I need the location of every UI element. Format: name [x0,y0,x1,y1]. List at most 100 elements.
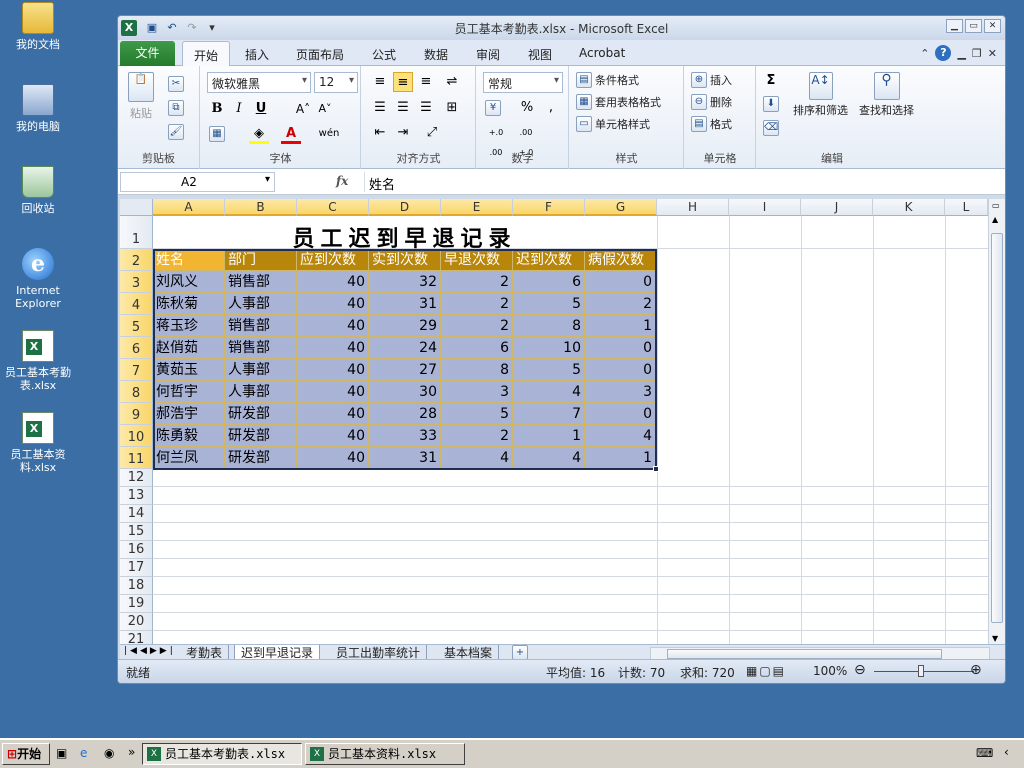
minimize-ribbon-icon[interactable]: ⌃ [920,47,929,60]
taskbar-task-attendance[interactable]: X 员工基本考勤表.xlsx [142,743,302,765]
table-cell[interactable]: 2 [441,315,513,337]
increase-indent-icon[interactable]: ⇥ [393,123,413,143]
row-header[interactable]: 18 [120,577,153,595]
font-color-icon[interactable]: A [281,124,301,144]
table-cell[interactable]: 40 [297,425,369,447]
tray-expand-icon[interactable]: ‹ [1004,745,1009,759]
row-header[interactable]: 7 [120,359,153,381]
percent-button[interactable]: % [517,98,537,118]
tab-home[interactable]: 开始 [182,41,231,67]
table-cell[interactable]: 销售部 [225,271,297,293]
align-left-icon[interactable]: ☰ [370,98,390,118]
row-header[interactable]: 9 [120,403,153,425]
row-header[interactable]: 12 [120,469,153,487]
merge-center-icon[interactable]: ⊞ [442,98,462,118]
align-middle-icon[interactable]: ≡ [393,72,413,92]
cell-styles-button[interactable]: ▭ 单元格样式 [576,116,650,132]
tab-view[interactable]: 视图 [528,46,552,63]
table-cell[interactable]: 1 [585,447,656,469]
table-header-cell[interactable]: 应到次数 [297,249,369,271]
table-cell[interactable]: 40 [297,315,369,337]
table-cell[interactable]: 4 [585,425,656,447]
table-cell[interactable]: 40 [297,447,369,469]
align-center-icon[interactable]: ☰ [393,98,413,118]
align-bottom-icon[interactable]: ≡ [416,72,436,92]
table-cell[interactable]: 郝浩宇 [153,403,225,425]
zoom-in-icon[interactable]: ⊕ [970,662,982,678]
table-cell[interactable]: 31 [369,447,441,469]
table-cell[interactable]: 40 [297,293,369,315]
table-header-cell[interactable]: 病假次数 [585,249,656,271]
table-cell[interactable]: 4 [513,381,585,403]
maximize-button[interactable]: ▭ [965,19,982,33]
table-cell[interactable]: 销售部 [225,337,297,359]
row-header[interactable]: 13 [120,487,153,505]
table-cell[interactable]: 8 [513,315,585,337]
table-cell[interactable]: 2 [441,271,513,293]
tab-data[interactable]: 数据 [424,46,448,63]
table-header-cell[interactable]: 迟到次数 [513,249,585,271]
align-top-icon[interactable]: ≡ [370,72,390,92]
table-cell[interactable]: 研发部 [225,403,297,425]
column-header[interactable]: L [945,199,988,216]
table-cell[interactable]: 28 [369,403,441,425]
desktop-icon-my-computer[interactable]: 我的电脑 [0,84,76,133]
name-box[interactable]: A2 [120,172,275,192]
column-header[interactable]: H [657,199,729,216]
table-cell[interactable]: 4 [513,447,585,469]
table-cell[interactable]: 29 [369,315,441,337]
table-cell[interactable]: 24 [369,337,441,359]
table-cell[interactable]: 8 [441,359,513,381]
font-name-select[interactable]: 微软雅黑 [207,72,311,93]
column-header[interactable]: G [585,199,657,216]
row-header[interactable]: 8 [120,381,153,403]
scroll-thumb[interactable] [667,649,942,659]
tab-review[interactable]: 审阅 [476,46,500,63]
taskbar-task-profile[interactable]: X 员工基本资料.xlsx [305,743,465,765]
clear-icon[interactable]: ⌫ [763,120,779,136]
insert-cells-button[interactable]: ⊕ 插入 [691,72,732,88]
row-header[interactable]: 5 [120,315,153,337]
table-cell[interactable]: 6 [441,337,513,359]
table-cell[interactable]: 0 [585,403,656,425]
table-cell[interactable]: 10 [513,337,585,359]
table-cell[interactable]: 研发部 [225,425,297,447]
table-cell[interactable]: 2 [585,293,656,315]
minimize-button[interactable]: ▁ [946,19,963,33]
keyboard-tray-icon[interactable]: ⌨ [976,746,993,760]
increase-decimal-button[interactable]: +.0 .00 [483,123,509,157]
table-cell[interactable]: 40 [297,403,369,425]
font-size-select[interactable]: 12 [314,72,358,93]
table-cell[interactable]: 何哲宇 [153,381,225,403]
table-cell[interactable]: 陈勇毅 [153,425,225,447]
copy-icon[interactable]: ⧉ [168,100,184,116]
tab-formulas[interactable]: 公式 [372,46,396,63]
border-icon[interactable]: ▦ [209,126,225,142]
help-icon[interactable]: ? [935,45,952,61]
start-button[interactable]: ⊞开始 [2,743,50,765]
row-header[interactable]: 10 [120,425,153,447]
table-header-cell[interactable]: 实到次数 [369,249,441,271]
align-right-icon[interactable]: ☰ [416,98,436,118]
column-header[interactable]: J [801,199,873,216]
row-header[interactable]: 3 [120,271,153,293]
fill-handle[interactable] [653,466,659,472]
scroll-down-icon[interactable]: ▼ [992,634,998,643]
sheet-nav-icon[interactable]: |◀◀▶▶| [124,646,176,656]
number-format-select[interactable]: 常规 [483,72,563,93]
table-cell[interactable]: 40 [297,337,369,359]
doc-restore-button[interactable]: ❐ [972,47,982,60]
row-header[interactable]: 16 [120,541,153,559]
column-header[interactable]: I [729,199,801,216]
insert-function-icon[interactable]: fx [336,174,348,188]
decrease-decimal-button[interactable]: .00 +.0 [513,123,539,157]
wrap-text-icon[interactable]: ⇌ [442,72,462,92]
desktop-icon-excel-profile[interactable]: 员工基本资料.xlsx [0,412,76,474]
table-cell[interactable]: 陈秋菊 [153,293,225,315]
table-cell[interactable]: 2 [441,425,513,447]
format-cells-button[interactable]: ▤ 格式 [691,116,732,132]
underline-button[interactable]: U [251,99,271,119]
table-cell[interactable]: 0 [585,359,656,381]
media-quicklaunch-icon[interactable]: ◉ [104,746,114,760]
table-cell[interactable]: 5 [513,359,585,381]
